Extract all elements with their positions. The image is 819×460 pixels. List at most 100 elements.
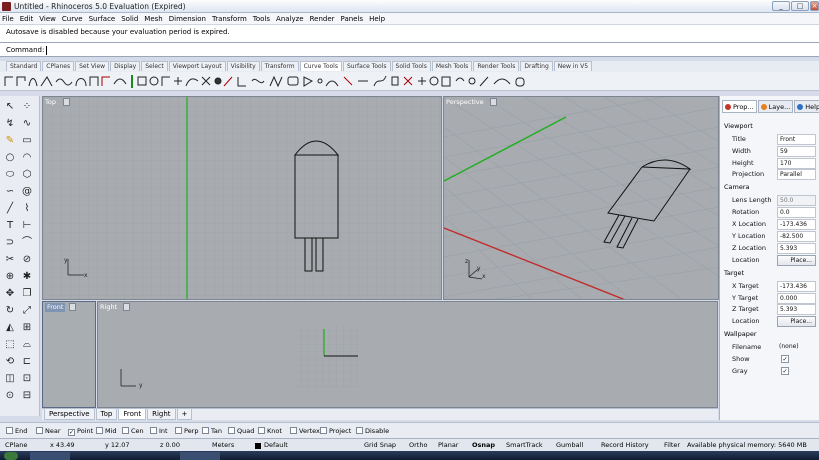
polygon-icon[interactable]: ⬡	[20, 168, 34, 181]
command-input-caret[interactable]	[46, 46, 47, 55]
osnap-perp-checkbox[interactable]	[175, 427, 182, 434]
osnap-mid[interactable]: Mid	[96, 427, 117, 435]
viewport-tab-front[interactable]: Front	[118, 409, 147, 420]
mirror-icon[interactable]: ◭	[3, 321, 17, 334]
cap-icon[interactable]: ⊡	[20, 372, 34, 385]
scale-icon[interactable]: ⤢	[20, 304, 34, 317]
status-layer[interactable]: Default	[264, 441, 288, 449]
menu-tools[interactable]: Tools	[253, 13, 270, 25]
osnap-vertex-checkbox[interactable]	[290, 427, 297, 434]
osnap-quad-checkbox[interactable]	[228, 427, 235, 434]
toolbar-tab-drafting[interactable]: Drafting	[520, 61, 553, 71]
osnap-toggle[interactable]: Osnap	[472, 441, 495, 449]
array-icon[interactable]: ⊞	[20, 321, 34, 334]
split-icon[interactable]: ⊘	[20, 253, 34, 266]
prop-title-field[interactable]: Front	[777, 134, 816, 145]
toolbar-tab-cplanes[interactable]: CPlanes	[42, 61, 75, 71]
planar-toggle[interactable]: Planar	[438, 441, 458, 449]
osnap-tan-checkbox[interactable]	[202, 427, 209, 434]
panel-tab-help[interactable]: Help	[794, 100, 819, 113]
prop-xloc-field[interactable]: -173.436	[777, 219, 816, 230]
osnap-disable[interactable]: Disable	[356, 427, 389, 435]
menu-edit[interactable]: Edit	[20, 13, 34, 25]
revolve-icon[interactable]: ⟲	[3, 355, 17, 368]
toolbar-tab-select[interactable]: Select	[141, 61, 168, 71]
minimize-button[interactable]: _	[772, 1, 790, 11]
filter-toggle[interactable]: Filter	[664, 441, 680, 449]
prop-rotation-field[interactable]: 0.0	[777, 207, 816, 218]
toolbar-tab-new-in-v5[interactable]: New in V5	[553, 61, 593, 71]
select-icon[interactable]: ↖	[3, 100, 17, 113]
menu-surface[interactable]: Surface	[89, 13, 116, 25]
curve-icon[interactable]: ∿	[20, 117, 34, 130]
rectangle-icon[interactable]: ▭	[20, 134, 34, 147]
maximize-button[interactable]: □	[791, 1, 809, 11]
osnap-cen[interactable]: Cen	[122, 427, 144, 435]
freeform-icon[interactable]: ∽	[3, 185, 17, 198]
toolbar-tab-curve-tools[interactable]: Curve Tools	[299, 61, 342, 71]
prop-width-field[interactable]: 59	[777, 146, 816, 157]
close-button[interactable]: ×	[810, 1, 819, 11]
helix-icon[interactable]: ⌇	[20, 202, 34, 215]
toolbar-tab-viewport-layout[interactable]: Viewport Layout	[168, 61, 226, 71]
osnap-quad[interactable]: Quad	[228, 427, 254, 435]
viewport-right[interactable]: Right y	[97, 301, 718, 408]
arc-icon[interactable]: ◠	[20, 151, 34, 164]
menu-solid[interactable]: Solid	[121, 13, 138, 25]
measure-icon[interactable]: ⊟	[20, 389, 34, 402]
line-icon[interactable]: ╱	[3, 202, 17, 215]
osnap-perp[interactable]: Perp	[175, 427, 199, 435]
menu-help[interactable]: Help	[369, 13, 385, 25]
toolbar-tab-render-tools[interactable]: Render Tools	[473, 61, 520, 71]
toolbar-tab-display[interactable]: Display	[110, 61, 141, 71]
viewport-top-label[interactable]: Top	[45, 98, 56, 107]
command-line[interactable]: Command:	[0, 43, 819, 57]
loft-icon[interactable]: ⌓	[20, 338, 34, 351]
prop-ztarget-field[interactable]: 5.393	[777, 304, 816, 315]
add-viewport-tab-button[interactable]: +	[176, 409, 193, 420]
join-icon[interactable]: ⊕	[3, 270, 17, 283]
toolbar-tab-visibility[interactable]: Visibility	[226, 61, 260, 71]
panel-tab-properties[interactable]: Prop...	[722, 100, 757, 113]
dimension-icon[interactable]: ⊢	[20, 219, 34, 232]
osnap-knot[interactable]: Knot	[258, 427, 282, 435]
menu-view[interactable]: View	[39, 13, 56, 25]
extrude-icon[interactable]: ⬚	[3, 338, 17, 351]
ellipse-icon[interactable]: ⬭	[3, 168, 17, 181]
viewport-perspective[interactable]: Perspective z x y	[443, 96, 719, 300]
menu-analyze[interactable]: Analyze	[276, 13, 304, 25]
point-icon[interactable]: ⁘	[20, 100, 34, 113]
viewport-perspective-label[interactable]: Perspective	[446, 98, 484, 107]
prop-projection-select[interactable]: Parallel	[777, 169, 816, 180]
rotate-icon[interactable]: ↻	[3, 304, 17, 317]
osnap-project-checkbox[interactable]	[320, 427, 327, 434]
edit-points-icon[interactable]: ✎	[3, 134, 17, 147]
menu-panels[interactable]: Panels	[341, 13, 364, 25]
target-place-button[interactable]: Place...	[777, 316, 816, 327]
prop-filename-value[interactable]: (none)	[777, 342, 816, 353]
taskbar-item[interactable]	[180, 452, 220, 460]
circle-icon[interactable]: ○	[3, 151, 17, 164]
menu-dimension[interactable]: Dimension	[169, 13, 206, 25]
gumball-toggle[interactable]: Gumball	[556, 441, 583, 449]
osnap-near-checkbox[interactable]	[36, 427, 43, 434]
toolbar-tab-solid-tools[interactable]: Solid Tools	[391, 61, 431, 71]
toolbar-tab-mesh-tools[interactable]: Mesh Tools	[431, 61, 473, 71]
toolbar-tab-surface-tools[interactable]: Surface Tools	[342, 61, 391, 71]
prop-xtarget-field[interactable]: -173.436	[777, 281, 816, 292]
fillet-icon[interactable]: ⌒	[20, 236, 34, 249]
polyline-icon[interactable]: ↯	[3, 117, 17, 130]
smarttrack-toggle[interactable]: SmartTrack	[506, 441, 543, 449]
toolbar-tab-standard[interactable]: Standard	[6, 61, 42, 71]
viewport-tab-perspective[interactable]: Perspective	[44, 409, 95, 420]
wallpaper-show-checkbox[interactable]: ✓	[781, 355, 789, 363]
prop-yloc-field[interactable]: -82.500	[777, 231, 816, 242]
osnap-int-checkbox[interactable]	[150, 427, 157, 434]
boolean-icon[interactable]: ◫	[3, 372, 17, 385]
osnap-knot-checkbox[interactable]	[258, 427, 265, 434]
wallpaper-gray-checkbox[interactable]: ✓	[781, 367, 789, 375]
status-cplane[interactable]: CPlane	[5, 441, 27, 449]
viewport-perspective-menu[interactable]	[490, 98, 497, 106]
prop-ytarget-field[interactable]: 0.000	[777, 293, 816, 304]
start-button[interactable]	[4, 452, 18, 460]
